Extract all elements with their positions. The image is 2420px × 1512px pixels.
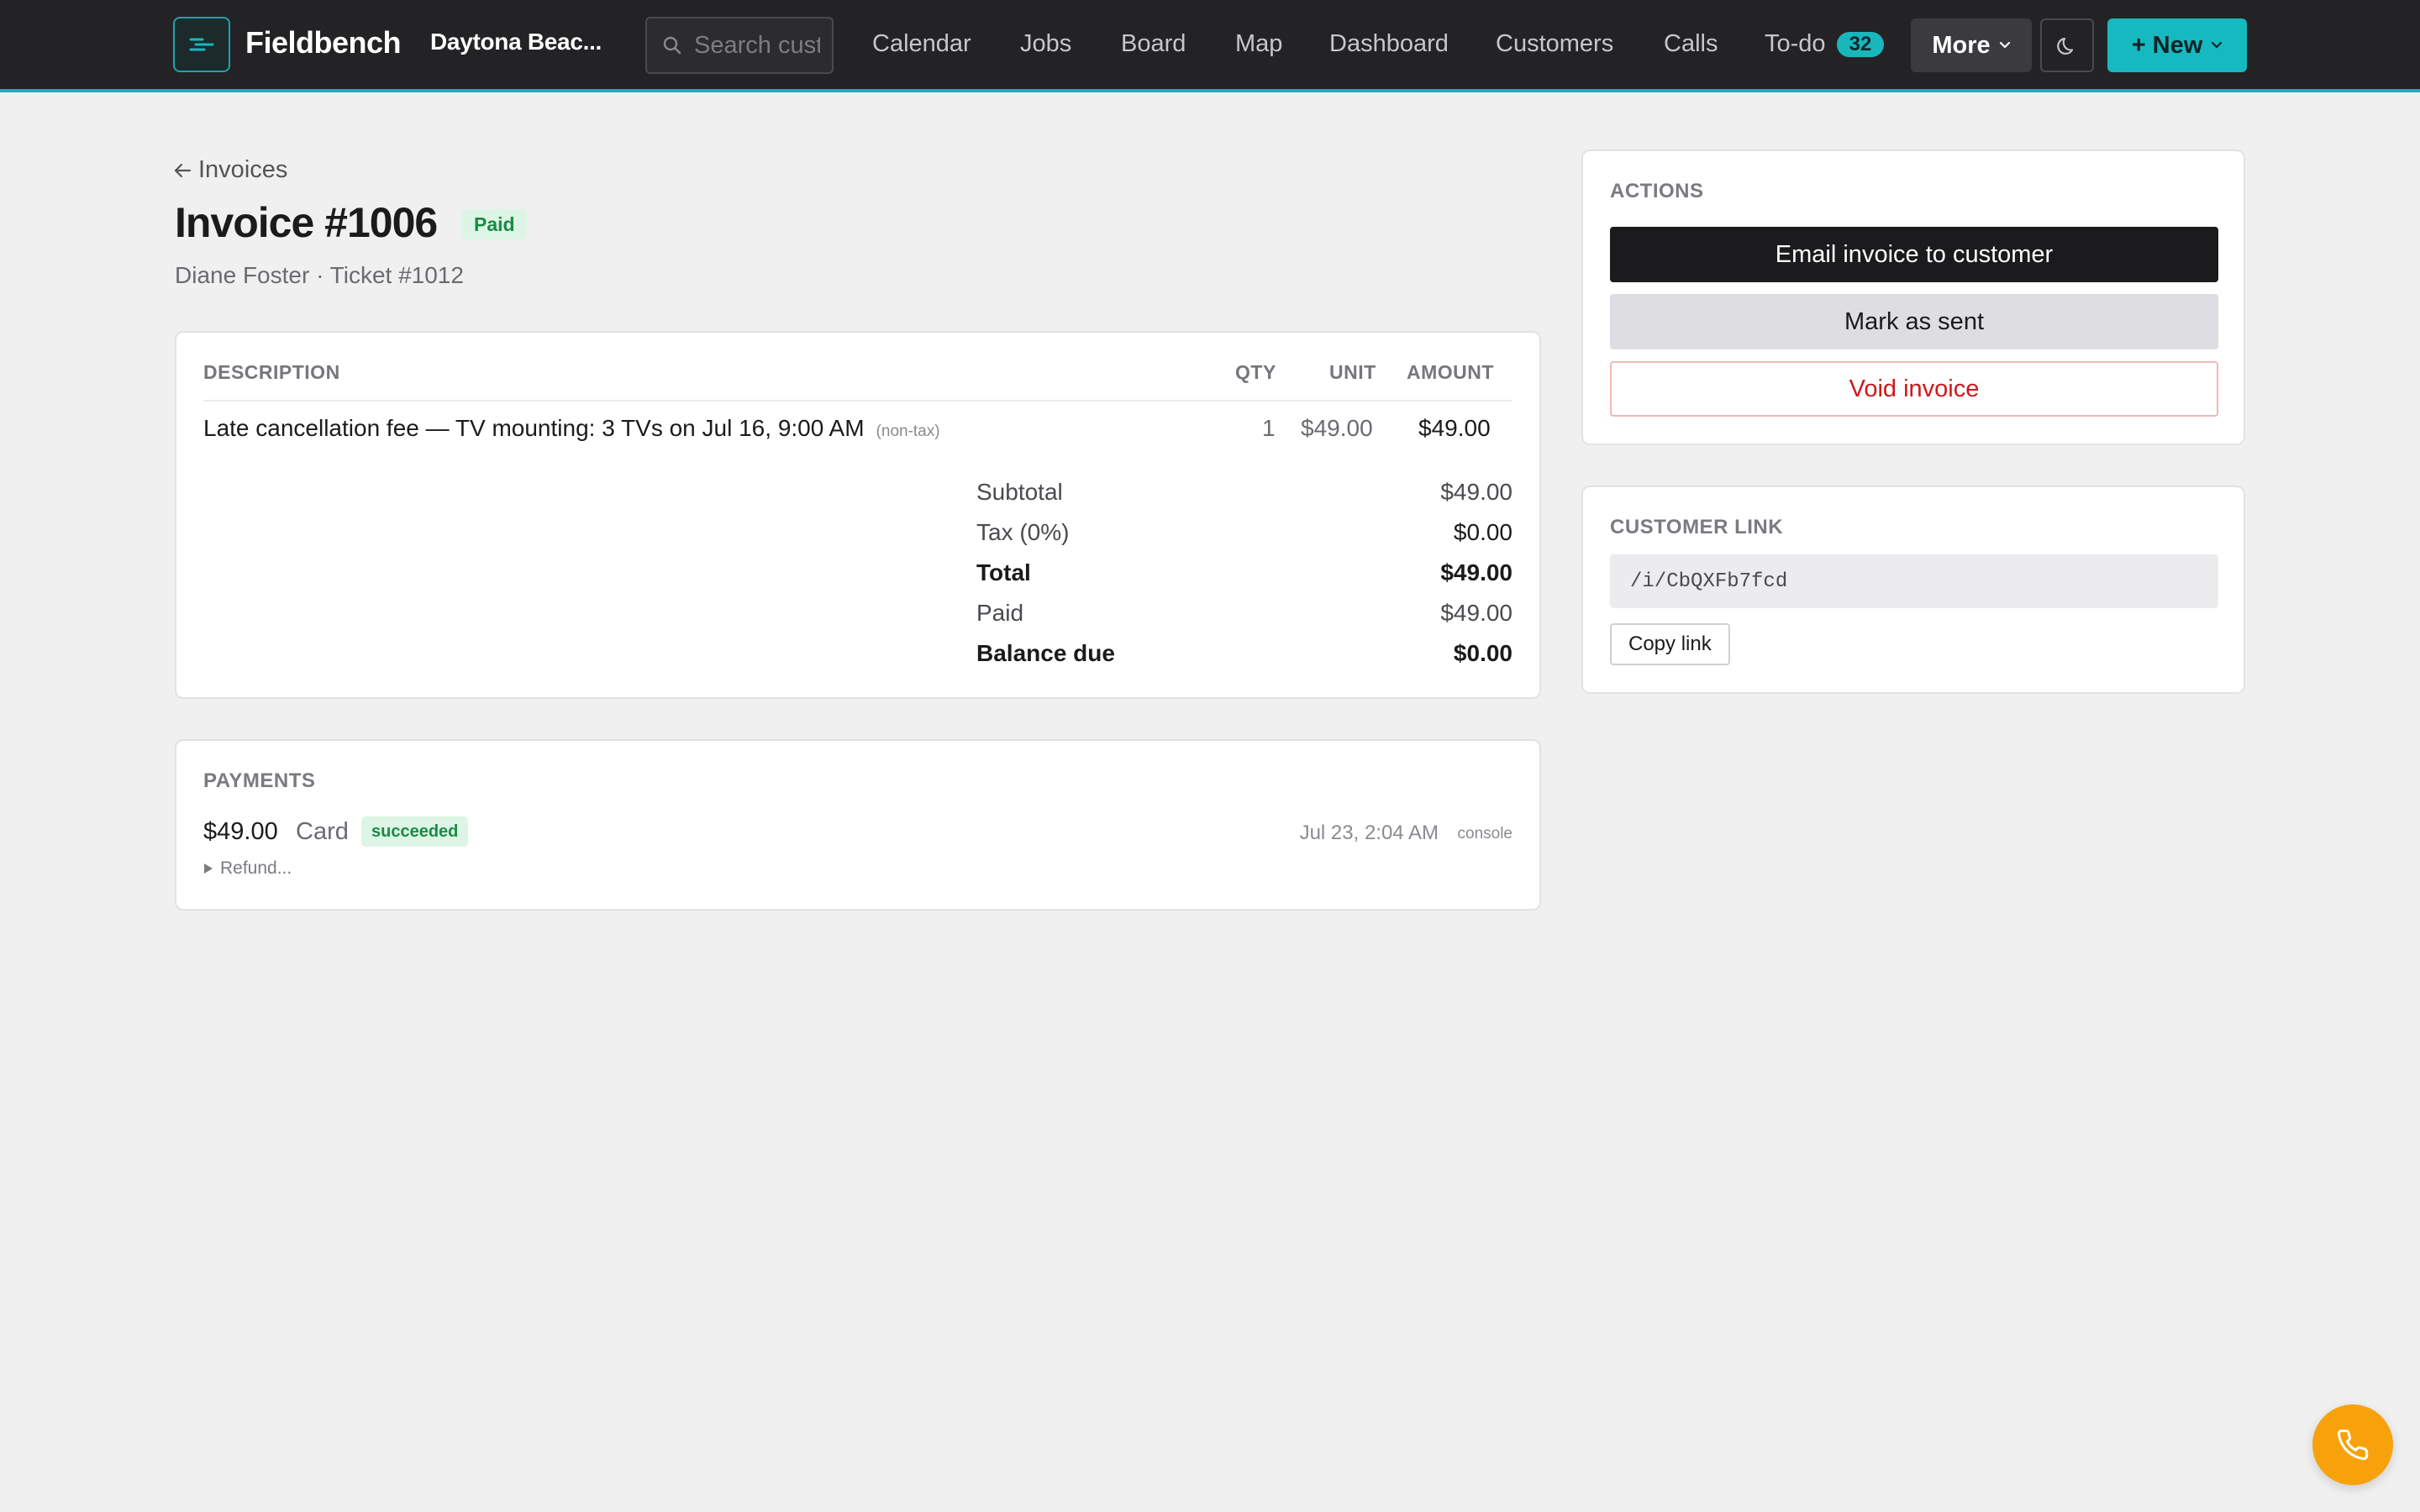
customer-link-card: CUSTOMER LINK /i/CbQXFb7fcd Copy link [1581, 486, 2245, 694]
customer-link-section-label: CUSTOMER LINK [1610, 516, 1784, 538]
payments-card: PAYMENTS $49.00 Card succeeded Jul 23, 2… [175, 739, 1541, 911]
actions-card: ACTIONS Email invoice to customer Mark a… [1581, 150, 2245, 445]
column-header-description: DESCRIPTION [203, 361, 340, 383]
balance-due-label: Balance due [976, 640, 1115, 666]
mark-as-sent-button[interactable]: Mark as sent [1610, 294, 2218, 349]
search-box[interactable] [645, 17, 834, 74]
copy-link-button[interactable]: Copy link [1610, 623, 1730, 665]
payment-status-badge: succeeded [361, 816, 469, 847]
customer-link-field[interactable]: /i/CbQXFb7fcd [1610, 554, 2218, 608]
nav-link-map[interactable]: Map [1235, 30, 1282, 58]
payments-section-label: PAYMENTS [203, 769, 316, 792]
column-header-qty: QTY [1235, 361, 1276, 383]
more-menu-button[interactable]: More [1911, 18, 2032, 72]
column-header-amount: AMOUNT [1407, 361, 1494, 383]
header-divider [203, 400, 1512, 402]
line-item-amount: $49.00 [1418, 415, 1491, 441]
void-invoice-button[interactable]: Void invoice [1610, 361, 2218, 417]
new-menu-button[interactable]: + New [2107, 18, 2247, 72]
chevron-down-icon [1999, 41, 2010, 49]
refund-toggle[interactable]: Refund... [203, 858, 292, 879]
total-value: $49.00 [1440, 559, 1512, 585]
subtotal-label: Subtotal [976, 479, 1063, 505]
nav-link-dashboard[interactable]: Dashboard [1329, 30, 1449, 58]
payment-source: console [1457, 825, 1513, 843]
balance-due-value: $0.00 [1453, 640, 1512, 666]
arrow-left-icon [174, 163, 192, 177]
line-items-card: DESCRIPTION QTY UNIT AMOUNT Late cancell… [175, 331, 1541, 699]
top-navigation-bar: Fieldbench Daytona Beac... Calendar Jobs… [0, 0, 2420, 92]
line-item-tax-note: (non-tax) [876, 423, 940, 440]
nav-link-calendar[interactable]: Calendar [872, 30, 971, 58]
theme-toggle-button[interactable] [2040, 18, 2094, 72]
refund-label: Refund... [220, 858, 292, 878]
payment-method: Card [296, 818, 349, 845]
tax-label: Tax (0%) [976, 519, 1070, 545]
nav-link-board[interactable]: Board [1121, 30, 1186, 58]
email-invoice-button[interactable]: Email invoice to customer [1610, 227, 2218, 282]
search-icon [663, 36, 681, 55]
brand-name[interactable]: Fieldbench [245, 25, 402, 60]
back-label: Invoices [198, 156, 288, 183]
nav-link-customers[interactable]: Customers [1496, 30, 1613, 58]
page-title: Invoice #1006 [175, 199, 438, 246]
nav-link-calls[interactable]: Calls [1664, 30, 1718, 58]
subtotal-value: $49.00 [1440, 479, 1512, 505]
nav-link-todo[interactable]: To-do [1765, 30, 1826, 58]
line-item-unit: $49.00 [1301, 415, 1373, 441]
search-input[interactable] [694, 31, 820, 60]
paid-label: Paid [976, 600, 1024, 626]
paid-value: $49.00 [1440, 600, 1512, 626]
line-item-qty: 1 [1262, 415, 1276, 441]
back-to-invoices-link[interactable]: Invoices [173, 156, 287, 184]
phone-icon [2338, 1429, 2369, 1460]
tax-value: $0.00 [1453, 519, 1512, 545]
column-header-unit: UNIT [1329, 361, 1376, 383]
phone-call-button[interactable] [2312, 1404, 2393, 1485]
line-item-description: Late cancellation fee — TV mounting: 3 T… [203, 415, 940, 442]
total-label: Total [976, 559, 1031, 585]
chevron-down-icon [2212, 41, 2223, 49]
actions-section-label: ACTIONS [1610, 180, 1704, 202]
moon-icon [2057, 37, 2074, 55]
invoice-subtitle: Diane Foster · Ticket #1012 [175, 262, 464, 288]
todo-count-badge: 32 [1837, 32, 1884, 57]
more-label: More [1932, 31, 1991, 59]
line-item-text: Late cancellation fee — TV mounting: 3 T… [203, 415, 865, 441]
payment-date: Jul 23, 2:04 AM [1299, 822, 1439, 844]
status-badge: Paid [462, 209, 527, 239]
payment-amount: $49.00 [203, 818, 278, 845]
nav-link-jobs[interactable]: Jobs [1020, 30, 1071, 58]
new-label: + New [2131, 31, 2203, 59]
fieldbench-logo-icon[interactable] [173, 17, 230, 72]
caret-right-icon [204, 864, 213, 874]
location-selector[interactable]: Daytona Beac... [430, 29, 602, 55]
